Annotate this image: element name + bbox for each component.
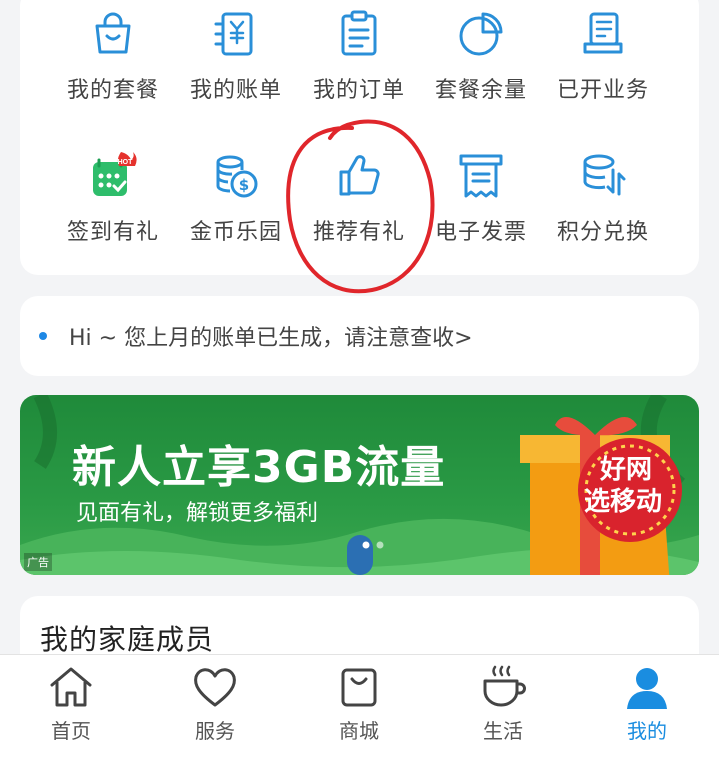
coffee-cup-icon [483, 665, 526, 707]
service-grid-card: 我的套餐 我的账单 我的订单 套餐余量 已开业务 HOT 签到有礼 $ 金币乐园… [20, 0, 699, 275]
hot-badge: HOT [118, 159, 134, 166]
clipboard-icon [341, 10, 377, 56]
grid-item-my-order[interactable]: 我的订单 [298, 8, 420, 104]
tab-label: 商城 [339, 719, 379, 743]
home-icon [50, 667, 92, 707]
tab-label: 服务 [195, 719, 235, 743]
grid-label: 积分兑换 [556, 220, 649, 245]
grid-label: 套餐余量 [434, 78, 527, 103]
tab-label: 我的 [627, 719, 667, 743]
notice-text: Hi ~ 您上月的账单已生成，请注意查收> [69, 326, 473, 351]
tab-service[interactable]: 服务 [165, 665, 265, 744]
notice-dot [39, 332, 47, 340]
tab-label: 首页 [51, 719, 91, 743]
tab-mall[interactable]: 商城 [309, 665, 409, 744]
coins-icon: $ [216, 155, 258, 198]
banner-subtitle: 见面有礼，解锁更多福利 [76, 501, 319, 526]
tab-mine[interactable]: 我的 [597, 665, 697, 744]
grid-item-my-bill[interactable]: 我的账单 [175, 8, 297, 104]
bill-icon [214, 12, 253, 56]
heart-icon [194, 668, 236, 707]
calendar-hot-icon: HOT [93, 152, 137, 196]
promo-banner[interactable]: 新人立享3GB流量 见面有礼，解锁更多福利 好网 选移动 广告 [20, 395, 699, 575]
thumbs-up-icon [339, 155, 380, 196]
grid-item-coin-park[interactable]: $ 金币乐园 [175, 150, 297, 246]
tab-home[interactable]: 首页 [21, 665, 121, 744]
grid-label: 我的订单 [312, 78, 405, 103]
invoice-icon [459, 154, 503, 198]
document-stack-icon [583, 12, 623, 54]
user-icon [627, 668, 667, 709]
bill-notice-bar[interactable]: Hi ~ 您上月的账单已生成，请注意查收> [20, 296, 699, 376]
grid-label: 已开业务 [556, 78, 649, 103]
points-exchange-icon [583, 154, 626, 196]
bag-icon [341, 668, 377, 707]
grid-item-referral-gift[interactable]: 推荐有礼 [298, 150, 420, 246]
grid-label: 电子发票 [434, 220, 527, 245]
grid-label: 推荐有礼 [312, 220, 405, 245]
grid-item-active-services[interactable]: 已开业务 [542, 8, 664, 104]
shopping-bag-icon [95, 12, 131, 54]
svg-text:$: $ [239, 176, 249, 194]
tab-label: 生活 [483, 719, 523, 743]
grid-item-checkin-gift[interactable]: HOT 签到有礼 [52, 150, 174, 246]
grid-item-e-invoice[interactable]: 电子发票 [420, 150, 542, 246]
tab-life[interactable]: 生活 [453, 665, 553, 744]
gift-slogan-line2: 选移动 [584, 487, 663, 517]
grid-label: 我的套餐 [66, 78, 159, 103]
family-title: 我的家庭成员 [40, 623, 215, 656]
grid-item-plan-balance[interactable]: 套餐余量 [420, 8, 542, 104]
banner-title: 新人立享3GB流量 [72, 442, 446, 493]
bottom-tab-bar: 首页 服务 商城 生活 我的 [0, 654, 719, 765]
grid-item-my-plan[interactable]: 我的套餐 [52, 8, 174, 104]
grid-label: 金币乐园 [189, 220, 282, 245]
grid-item-points-exchange[interactable]: 积分兑换 [542, 150, 664, 246]
grid-label: 我的账单 [189, 78, 282, 103]
pie-chart-icon [459, 12, 503, 56]
grid-label: 签到有礼 [66, 220, 159, 245]
ad-tag: 广告 [24, 553, 52, 571]
